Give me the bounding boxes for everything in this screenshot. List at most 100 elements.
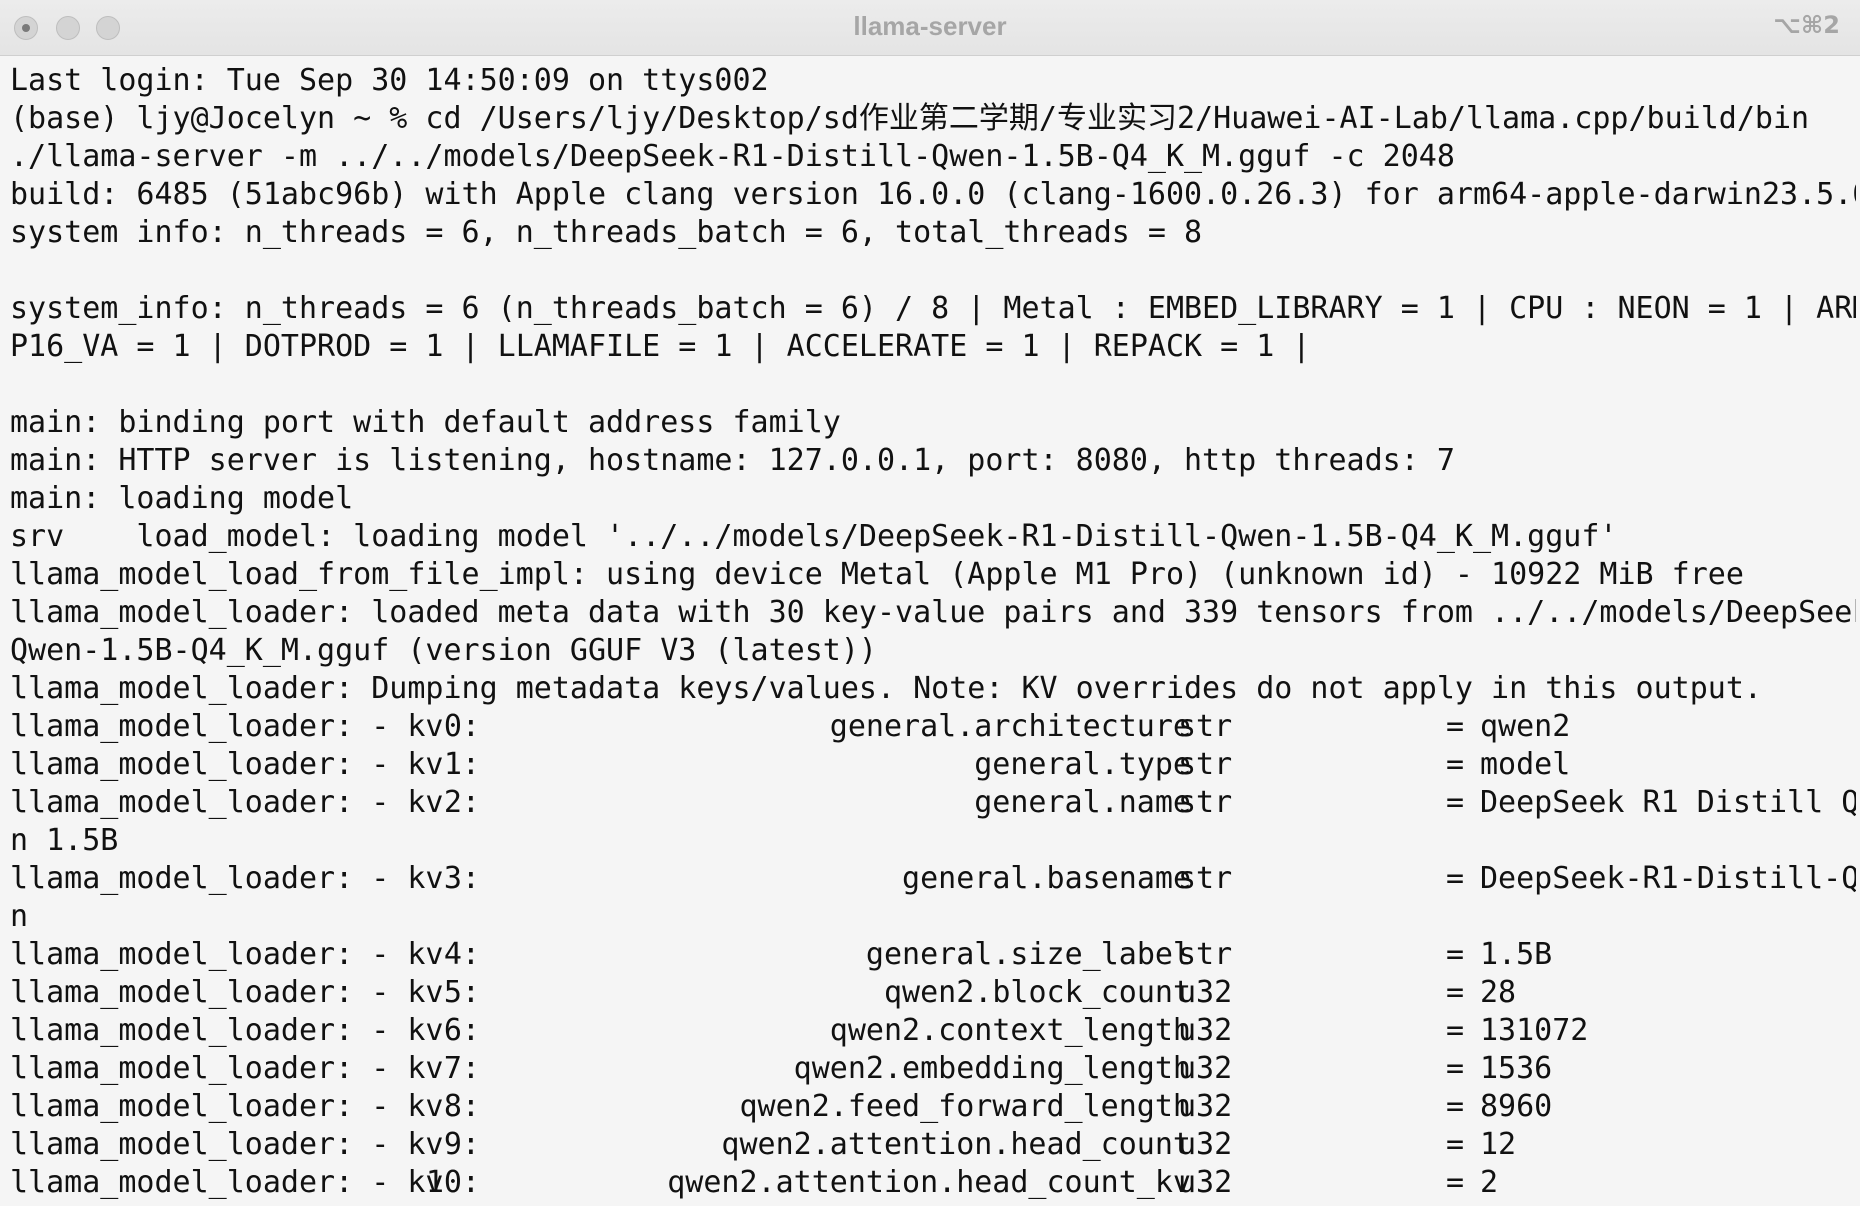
kv-equals: = <box>1446 937 1465 972</box>
kv-key: general.name <box>974 785 1191 820</box>
kv-type: u32 <box>1178 975 1233 1010</box>
kv-key: general.size_label <box>865 937 1191 972</box>
kv-prefix: llama_model_loader: - kv <box>10 1089 444 1124</box>
kv-equals: = <box>1446 785 1465 820</box>
terminal-line: llama_model_loader: Dumping metadata key… <box>10 671 1762 706</box>
kv-row: llama_model_loader: - kv 4: general.size_l… <box>10 936 1856 974</box>
kv-value: DeepSeek R1 Distill Qwe <box>1480 785 1856 820</box>
kv-type: u32 <box>1178 1089 1233 1124</box>
kv-type: str <box>1178 861 1233 896</box>
kv-type: str <box>1178 709 1233 744</box>
terminal-window: llama-server ⌥⌘2 Last login: Tue Sep 30 … <box>0 0 1860 1206</box>
window-shortcut-label: ⌥⌘2 <box>1773 11 1840 39</box>
kv-index: 2: <box>443 785 480 820</box>
kv-type: u32 <box>1178 1127 1233 1162</box>
terminal-line: main: loading model <box>10 481 354 516</box>
kv-row: llama_model_loader: - kv 1: general.type st… <box>10 746 1856 784</box>
kv-equals: = <box>1446 1127 1465 1162</box>
kv-row: llama_model_loader: - kv 9: qwen2.attentio… <box>10 1126 1856 1164</box>
kv-prefix: llama_model_loader: - kv <box>10 937 444 972</box>
terminal-line: (base) ljy@Jocelyn ~ % cd /Users/ljy/Des… <box>10 101 1810 136</box>
kv-row: llama_model_loader: - kv 7: qwen2.embeddin… <box>10 1050 1856 1088</box>
terminal-line: Qwen-1.5B-Q4_K_M.gguf (version GGUF V3 (… <box>10 633 877 668</box>
terminal-line: llama_model_loader: loaded meta data wit… <box>10 595 1856 630</box>
kv-key: general.basename <box>902 861 1191 896</box>
kv-equals: = <box>1446 975 1465 1010</box>
title-bar: llama-server ⌥⌘2 <box>0 0 1860 56</box>
kv-value-wrap: n 1.5B <box>10 823 119 858</box>
kv-equals: = <box>1446 1051 1465 1086</box>
terminal-line: llama_model_load_from_file_impl: using d… <box>10 557 1744 592</box>
kv-value: DeepSeek-R1-Distill-Qwe <box>1480 861 1856 896</box>
kv-value: 131072 <box>1480 1013 1589 1048</box>
kv-value: 8960 <box>1480 1089 1553 1124</box>
kv-row: llama_model_loader: - kv 3: general.basena… <box>10 860 1856 898</box>
kv-value: 1536 <box>1480 1051 1553 1086</box>
kv-equals: = <box>1446 861 1465 896</box>
kv-type: str <box>1178 937 1233 972</box>
kv-row: llama_model_loader: - kv 0: general.archit… <box>10 708 1856 746</box>
kv-index: 8: <box>443 1089 480 1124</box>
kv-key: qwen2.embedding_length <box>793 1051 1191 1086</box>
terminal-line: srv load_model: loading model '../../mod… <box>10 519 1618 554</box>
kv-value: qwen2 <box>1480 709 1571 744</box>
terminal-line: system info: n_threads = 6, n_threads_ba… <box>10 215 1203 250</box>
kv-key: qwen2.attention.head_count_kv <box>667 1165 1191 1200</box>
terminal-line: ./llama-server -m ../../models/DeepSeek-… <box>10 139 1455 174</box>
kv-key: general.architecture <box>829 709 1191 744</box>
kv-row: llama_model_loader: - kv 5: qwen2.block_co… <box>10 974 1856 1012</box>
kv-prefix: llama_model_loader: - kv <box>10 709 444 744</box>
terminal-line: system_info: n_threads = 6 (n_threads_ba… <box>10 291 1856 326</box>
kv-prefix: llama_model_loader: - kv <box>10 1051 444 1086</box>
terminal-line: main: HTTP server is listening, hostname… <box>10 443 1455 478</box>
kv-key: qwen2.block_count <box>883 975 1191 1010</box>
kv-index: 9: <box>443 1127 480 1162</box>
kv-equals: = <box>1446 1013 1465 1048</box>
kv-prefix: llama_model_loader: - kv <box>10 1013 444 1048</box>
kv-row: llama_model_loader: - kv 10: qwen2.attenti… <box>10 1164 1856 1202</box>
kv-type: u32 <box>1178 1051 1233 1086</box>
kv-index: 6: <box>443 1013 480 1048</box>
kv-prefix: llama_model_loader: - kv <box>10 1165 444 1200</box>
kv-value-wrap: n <box>10 899 29 934</box>
kv-value: 12 <box>1480 1127 1517 1162</box>
kv-key: general.type <box>974 747 1191 782</box>
kv-index: 0: <box>443 709 480 744</box>
kv-type: str <box>1178 785 1233 820</box>
kv-key: qwen2.context_length <box>829 1013 1191 1048</box>
window-title: llama-server <box>853 11 1007 41</box>
kv-index: 1: <box>443 747 480 782</box>
terminal-line: Last login: Tue Sep 30 14:50:09 on ttys0… <box>10 63 769 98</box>
kv-value: 28 <box>1480 975 1517 1010</box>
kv-index: 7: <box>443 1051 480 1086</box>
kv-equals: = <box>1446 709 1465 744</box>
kv-index: 5: <box>443 975 480 1010</box>
terminal-line: main: binding port with default address … <box>10 405 841 440</box>
kv-equals: = <box>1446 1089 1465 1124</box>
terminal-line: P16_VA = 1 | DOTPROD = 1 | LLAMAFILE = 1… <box>10 329 1311 364</box>
kv-type: u32 <box>1178 1165 1233 1200</box>
kv-type: str <box>1178 747 1233 782</box>
terminal-line: build: 6485 (51abc96b) with Apple clang … <box>10 177 1856 212</box>
kv-row: llama_model_loader: - kv 2: general.name st… <box>10 784 1856 822</box>
kv-index: 10: <box>425 1165 480 1200</box>
terminal-output[interactable]: Last login: Tue Sep 30 14:50:09 on ttys0… <box>10 62 1856 1202</box>
kv-type: u32 <box>1178 1013 1233 1048</box>
kv-row: llama_model_loader: - kv 6: qwen2.context_… <box>10 1012 1856 1050</box>
kv-value: model <box>1480 747 1571 782</box>
kv-equals: = <box>1446 747 1465 782</box>
kv-row: llama_model_loader: - kv 8: qwen2.feed_for… <box>10 1088 1856 1126</box>
kv-prefix: llama_model_loader: - kv <box>10 785 444 820</box>
kv-prefix: llama_model_loader: - kv <box>10 747 444 782</box>
kv-prefix: llama_model_loader: - kv <box>10 861 444 896</box>
kv-prefix: llama_model_loader: - kv <box>10 1127 444 1162</box>
kv-value: 2 <box>1480 1165 1499 1200</box>
kv-value: 1.5B <box>1480 937 1553 972</box>
kv-prefix: llama_model_loader: - kv <box>10 975 444 1010</box>
kv-key: qwen2.attention.head_count <box>721 1127 1191 1162</box>
kv-index: 4: <box>443 937 480 972</box>
kv-equals: = <box>1446 1165 1465 1200</box>
kv-key: qwen2.feed_forward_length <box>739 1089 1191 1124</box>
